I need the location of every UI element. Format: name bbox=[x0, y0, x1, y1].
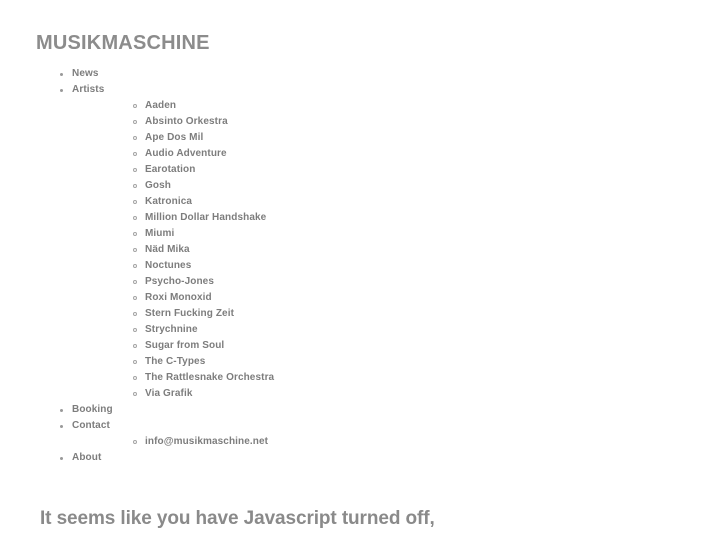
main-navigation: News Artists Aaden Absinto Orkestra Ape Dos … bbox=[36, 66, 636, 466]
bullet-circle-icon bbox=[133, 344, 137, 348]
nav-subitem-psycho-jones[interactable]: Psycho-Jones bbox=[72, 274, 636, 290]
nav-item-label: News bbox=[72, 68, 99, 79]
nav-subitem-label: The Rattlesnake Orchestra bbox=[145, 372, 275, 383]
nav-subitem-gosh[interactable]: Gosh bbox=[72, 178, 636, 194]
bullet-circle-icon bbox=[133, 328, 137, 332]
bullet-circle-icon bbox=[133, 392, 137, 396]
nav-sublist: Aaden Absinto Orkestra Ape Dos Mil Audio Ad… bbox=[72, 98, 636, 402]
page-title: MUSIKMASCHINE bbox=[36, 32, 210, 54]
nav-subitem-absinto-orkestra[interactable]: Absinto Orkestra bbox=[72, 114, 636, 130]
bullet-circle-icon bbox=[133, 280, 137, 284]
nav-subitem-label: Stern Fucking Zeit bbox=[145, 308, 235, 319]
nav-item-label: Booking bbox=[72, 404, 113, 415]
nav-subitem-aaden[interactable]: Aaden bbox=[72, 98, 636, 114]
nav-item-label: About bbox=[72, 452, 102, 463]
nav-subitem-sugar-from-soul[interactable]: Sugar from Soul bbox=[72, 338, 636, 354]
nav-subitem-label: Via Grafik bbox=[145, 388, 193, 399]
nav-item-booking[interactable]: Booking bbox=[36, 402, 636, 418]
bullet-circle-icon bbox=[133, 360, 137, 364]
bullet-circle-icon bbox=[133, 264, 137, 268]
nav-subitem-strychnine[interactable]: Strychnine bbox=[72, 322, 636, 338]
bullet-circle-icon bbox=[133, 104, 137, 108]
bullet-circle-icon bbox=[133, 248, 137, 252]
nav-subitem-label: Näd Mika bbox=[145, 244, 190, 255]
nav-subitem-katronica[interactable]: Katronica bbox=[72, 194, 636, 210]
nav-item-label: Contact bbox=[72, 420, 110, 431]
nav-item-about[interactable]: About bbox=[36, 450, 636, 466]
nav-subitem-label: Katronica bbox=[145, 196, 193, 207]
nav-subitem-label: Earotation bbox=[145, 164, 196, 175]
bullet-disc-icon bbox=[60, 425, 63, 428]
nav-item-news[interactable]: News bbox=[36, 66, 636, 82]
bullet-circle-icon bbox=[133, 312, 137, 316]
nav-subitem-noctunes[interactable]: Noctunes bbox=[72, 258, 636, 274]
nav-subitem-label: Sugar from Soul bbox=[145, 340, 225, 351]
nav-subitem-ape-dos-mil[interactable]: Ape Dos Mil bbox=[72, 130, 636, 146]
bullet-circle-icon bbox=[133, 152, 137, 156]
bullet-circle-icon bbox=[133, 296, 137, 300]
bullet-disc-icon bbox=[60, 409, 63, 412]
bullet-disc-icon bbox=[60, 457, 63, 460]
nav-item-label: Artists bbox=[72, 84, 105, 95]
nav-subitem-label: Roxi Monoxid bbox=[145, 292, 212, 303]
bullet-circle-icon bbox=[133, 376, 137, 380]
nav-subitem-label: Psycho-Jones bbox=[145, 276, 215, 287]
bullet-circle-icon bbox=[133, 216, 137, 220]
nav-subitem-label: Strychnine bbox=[145, 324, 198, 335]
nav-subitem-label: Absinto Orkestra bbox=[145, 116, 228, 127]
bullet-disc-icon bbox=[60, 89, 63, 92]
nav-subitem-the-rattlesnake-orchestra[interactable]: The Rattlesnake Orchestra bbox=[72, 370, 636, 386]
nav-sublist: info@musikmaschine.net bbox=[72, 434, 636, 450]
nav-subitem-label: info@musikmaschine.net bbox=[145, 436, 269, 447]
nav-subitem-n-d-mika[interactable]: Näd Mika bbox=[72, 242, 636, 258]
nav-subitem-label: Million Dollar Handshake bbox=[145, 212, 267, 223]
nav-list: News Artists Aaden Absinto Orkestra Ape Dos … bbox=[36, 66, 636, 466]
bullet-circle-icon bbox=[133, 232, 137, 236]
nav-subitem-the-c-types[interactable]: The C-Types bbox=[72, 354, 636, 370]
nav-subitem-label: Ape Dos Mil bbox=[145, 132, 204, 143]
nav-subitem-label: Aaden bbox=[145, 100, 177, 111]
page-root: MUSIKMASCHINE News Artists Aaden Absinto Or… bbox=[0, 0, 727, 545]
nav-subitem-miumi[interactable]: Miumi bbox=[72, 226, 636, 242]
nav-subitem-label: Audio Adventure bbox=[145, 148, 227, 159]
nav-subitem-label: Gosh bbox=[145, 180, 171, 191]
nav-subitem-roxi-monoxid[interactable]: Roxi Monoxid bbox=[72, 290, 636, 306]
nav-subitem-info-musikmaschine-net[interactable]: info@musikmaschine.net bbox=[72, 434, 636, 450]
nav-subitem-million-dollar-handshake[interactable]: Million Dollar Handshake bbox=[72, 210, 636, 226]
nav-item-artists[interactable]: Artists Aaden Absinto Orkestra Ape Dos Mil A… bbox=[36, 82, 636, 402]
bullet-circle-icon bbox=[133, 120, 137, 124]
nav-item-contact[interactable]: Contact info@musikmaschine.net bbox=[36, 418, 636, 450]
javascript-disabled-notice: It seems like you have Javascript turned… bbox=[40, 508, 435, 529]
bullet-circle-icon bbox=[133, 136, 137, 140]
nav-subitem-label: Noctunes bbox=[145, 260, 192, 271]
nav-subitem-label: The C-Types bbox=[145, 356, 206, 367]
bullet-circle-icon bbox=[133, 184, 137, 188]
nav-subitem-earotation[interactable]: Earotation bbox=[72, 162, 636, 178]
nav-subitem-label: Miumi bbox=[145, 228, 175, 239]
nav-subitem-audio-adventure[interactable]: Audio Adventure bbox=[72, 146, 636, 162]
bullet-circle-icon bbox=[133, 440, 137, 444]
bullet-disc-icon bbox=[60, 73, 63, 76]
bullet-circle-icon bbox=[133, 168, 137, 172]
bullet-circle-icon bbox=[133, 200, 137, 204]
nav-subitem-via-grafik[interactable]: Via Grafik bbox=[72, 386, 636, 402]
nav-subitem-stern-fucking-zeit[interactable]: Stern Fucking Zeit bbox=[72, 306, 636, 322]
